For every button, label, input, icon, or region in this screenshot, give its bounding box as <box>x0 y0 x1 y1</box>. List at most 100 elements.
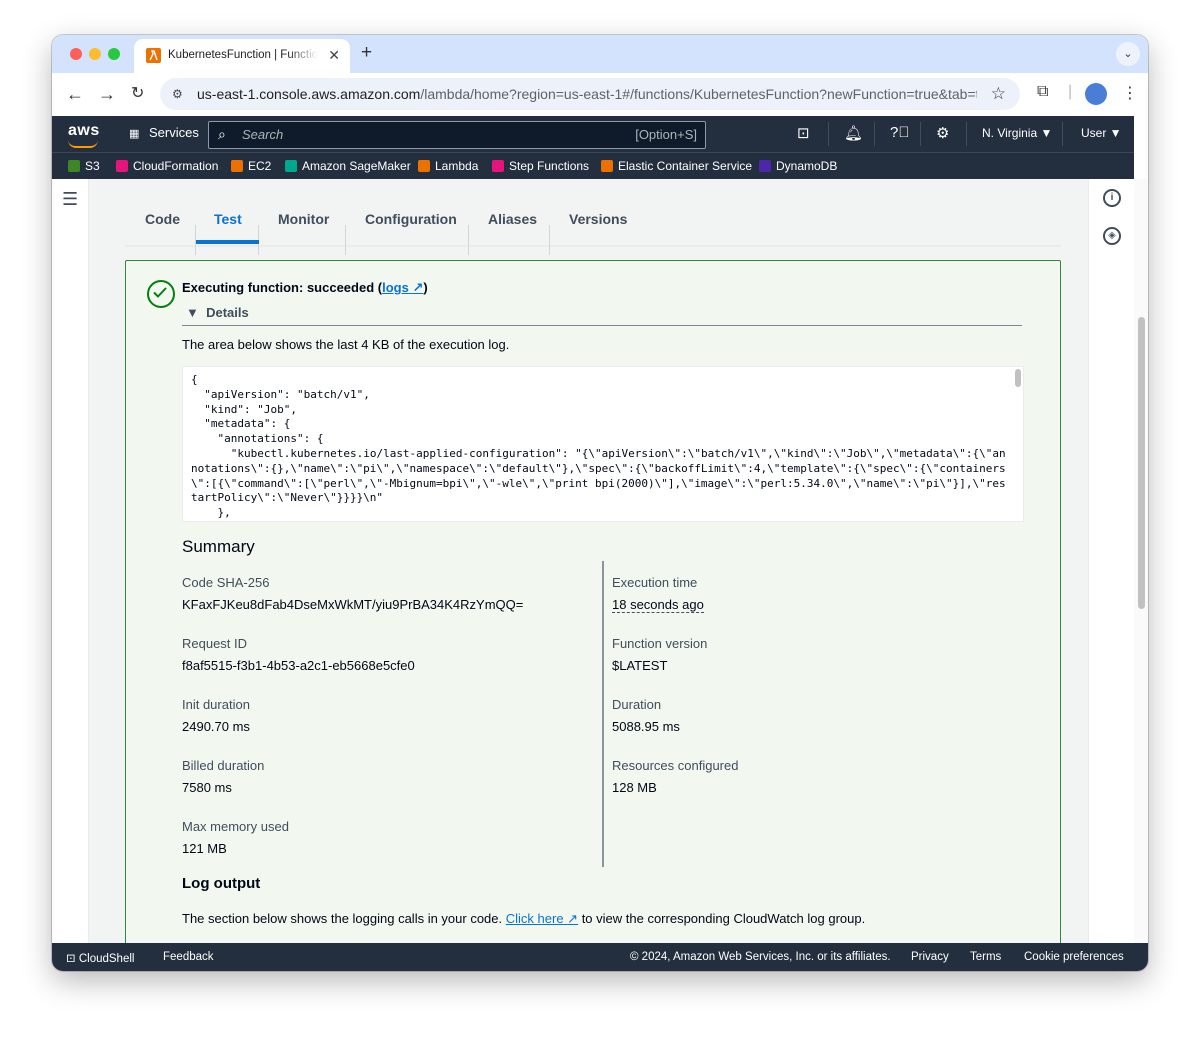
logs-link[interactable]: logs ↗ <box>382 280 423 295</box>
init-duration-value: 2490.70 ms <box>182 719 250 734</box>
browser-toolbar: ← → ↻ ⚙ us-east-1.console.aws.amazon.com… <box>52 73 1148 116</box>
reload-button[interactable]: ↻ <box>131 84 144 104</box>
favorite-ecs[interactable]: Elastic Container Service <box>601 159 752 173</box>
execution-log-textarea[interactable]: { "apiVersion": "batch/v1", "kind": "Job… <box>182 366 1024 522</box>
header-divider <box>874 122 875 146</box>
code-sha-value: KFaxFJKeu8dFab4DseMxWkMT/yiu9PrBA34K4RzY… <box>182 597 524 612</box>
favorite-lambda[interactable]: Lambda <box>418 159 478 173</box>
logs-link-label: logs <box>382 280 409 295</box>
right-tools-rail: i ◈ <box>1088 179 1134 943</box>
console-search-input[interactable]: ⌕ Search [Option+S] <box>208 121 706 149</box>
duration-value: 5088.95 ms <box>612 719 680 734</box>
close-window-button[interactable] <box>70 48 82 60</box>
url-path: /lambda/home?region=us-east-1#/functions… <box>420 86 977 102</box>
dynamodb-icon <box>759 160 771 172</box>
site-settings-icon[interactable]: ⚙ <box>172 87 183 101</box>
billed-duration-value: 7580 ms <box>182 780 232 795</box>
execution-status: Executing function: succeeded (logs ↗) <box>182 280 428 296</box>
aws-smile-icon <box>68 140 98 148</box>
services-label: Services <box>149 125 199 140</box>
toolbar-divider: | <box>1068 83 1073 100</box>
terms-link[interactable]: Terms <box>970 951 1001 963</box>
page-scrollbar-thumb[interactable] <box>1138 317 1145 609</box>
favorite-sagemaker[interactable]: Amazon SageMaker <box>285 159 411 173</box>
cloudshell-button[interactable]: ⊡ CloudShell <box>66 951 134 965</box>
user-menu[interactable]: User ▼ <box>1081 126 1122 140</box>
tab-monitor[interactable]: Monitor <box>278 211 329 227</box>
tab-strip: KubernetesFunction | Functions | Lambda … <box>52 35 1148 73</box>
max-memory-label: Max memory used <box>182 819 289 834</box>
execution-log-text: { "apiVersion": "batch/v1", "kind": "Job… <box>191 373 1006 521</box>
header-divider <box>966 122 967 146</box>
request-id-label: Request ID <box>182 636 248 651</box>
settings-gear-icon[interactable]: ⚙ <box>936 124 949 142</box>
cloudshell-icon[interactable]: ⊡ <box>797 124 810 142</box>
browser-tab[interactable]: KubernetesFunction | Functions | Lambda … <box>134 39 350 73</box>
favorite-ec2[interactable]: EC2 <box>231 159 271 173</box>
header-divider <box>920 122 921 146</box>
function-version-label: Function version <box>612 636 708 651</box>
cloudshell-icon: ⊡ <box>66 953 76 965</box>
maximize-window-button[interactable] <box>108 48 120 60</box>
grid-icon: ▦ <box>129 128 140 140</box>
summary-heading: Summary <box>182 537 255 556</box>
aws-console-header: aws ▦ Services ⌕ Search [Option+S] ⊡ 🔔︎ ?… <box>52 116 1134 152</box>
console-footer: ⊡ CloudShell Feedback © 2024, Amazon Web… <box>52 943 1148 971</box>
cloudshell-label: CloudShell <box>78 953 135 965</box>
hexagon-settings-icon[interactable]: ◈ <box>1103 227 1121 245</box>
code-sha-label: Code SHA-256 <box>182 575 270 590</box>
search-placeholder: Search <box>242 127 284 142</box>
tab-title: KubernetesFunction | Functions | Lambda <box>168 49 318 61</box>
tab-test[interactable]: Test <box>214 211 242 227</box>
ec2-icon <box>231 160 243 172</box>
browser-menu-icon[interactable]: ⋮ <box>1122 83 1138 103</box>
favorite-cloudformation[interactable]: CloudFormation <box>116 159 218 173</box>
details-toggle[interactable]: ▼ Details <box>186 305 249 320</box>
tab-aliases[interactable]: Aliases <box>488 211 537 227</box>
forward-button[interactable]: → <box>98 84 116 104</box>
tab-close-icon[interactable]: ✕ <box>328 47 340 64</box>
log-scrollbar[interactable] <box>1015 369 1021 387</box>
favorite-step-functions[interactable]: Step Functions <box>492 159 589 173</box>
hamburger-menu-icon[interactable]: ☰ <box>62 189 78 210</box>
copyright-text: © 2024, Amazon Web Services, Inc. or its… <box>630 951 891 963</box>
new-tab-button[interactable]: + <box>361 42 372 64</box>
page-scrollbar[interactable] <box>1134 179 1148 943</box>
profile-avatar[interactable] <box>1085 83 1107 105</box>
request-id-value: f8af5515-f3b1-4b53-a2c1-eb5668e5cfe0 <box>182 658 415 673</box>
search-shortcut: [Option+S] <box>635 127 697 142</box>
tab-configuration[interactable]: Configuration <box>365 211 457 227</box>
info-icon[interactable]: i <box>1103 189 1121 207</box>
favorite-s3[interactable]: S3 <box>68 159 100 173</box>
execution-time-value[interactable]: 18 seconds ago <box>612 597 704 613</box>
feedback-button[interactable]: Feedback <box>163 951 214 963</box>
tab-search-button[interactable]: ⌄ <box>1116 42 1140 66</box>
details-label: Details <box>206 305 249 320</box>
tab-code[interactable]: Code <box>145 211 180 227</box>
notifications-bell-icon[interactable]: 🔔︎ <box>844 124 863 142</box>
favorite-label: Amazon SageMaker <box>302 159 411 173</box>
init-duration-label: Init duration <box>182 697 250 712</box>
billed-duration-label: Billed duration <box>182 758 265 773</box>
lambda-icon <box>418 160 430 172</box>
log-output-heading: Log output <box>182 875 261 892</box>
favorites-bar: S3 CloudFormation EC2 Amazon SageMaker L… <box>52 152 1134 180</box>
privacy-link[interactable]: Privacy <box>911 951 949 963</box>
s3-icon <box>68 160 80 172</box>
back-button[interactable]: ← <box>66 84 84 104</box>
step-functions-icon <box>492 160 504 172</box>
tab-versions[interactable]: Versions <box>569 211 627 227</box>
aws-logo[interactable]: aws <box>68 122 100 140</box>
favorite-label: DynamoDB <box>776 159 838 173</box>
cookie-preferences-link[interactable]: Cookie preferences <box>1024 951 1124 963</box>
help-icon[interactable]: ?⃝ <box>890 124 910 141</box>
address-bar[interactable]: ⚙ us-east-1.console.aws.amazon.com/lambd… <box>160 78 1020 110</box>
url-text: us-east-1.console.aws.amazon.com/lambda/… <box>197 86 977 102</box>
cloudwatch-link[interactable]: Click here ↗ <box>506 911 578 926</box>
extensions-icon[interactable]: ⧉ <box>1037 83 1048 101</box>
bookmark-star-icon[interactable]: ☆ <box>991 84 1006 104</box>
region-selector[interactable]: N. Virginia ▼ <box>982 126 1052 140</box>
favorite-dynamodb[interactable]: DynamoDB <box>759 159 837 173</box>
minimize-window-button[interactable] <box>89 48 101 60</box>
services-menu-button[interactable]: ▦ Services <box>129 125 199 140</box>
